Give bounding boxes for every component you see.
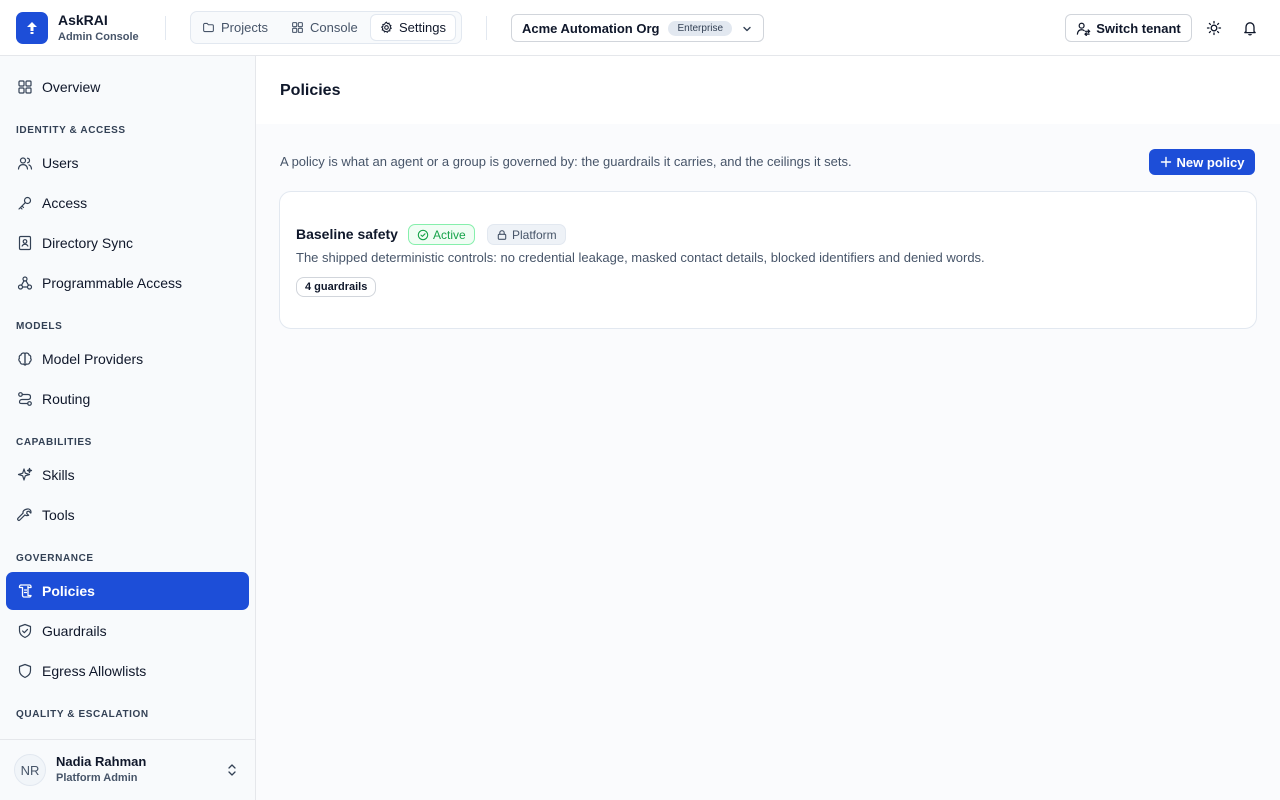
- status-badge-label: Active: [433, 227, 466, 242]
- user-menu[interactable]: NR Nadia Rahman Platform Admin: [0, 739, 255, 800]
- tab-settings-label: Settings: [399, 20, 446, 35]
- check-circle-icon: [417, 229, 429, 240]
- notifications-button[interactable]: [1239, 17, 1261, 39]
- user-role: Platform Admin: [56, 772, 138, 784]
- sidebar-item-label: Guardrails: [42, 623, 107, 639]
- top-bar: AskRAI Admin Console Projects Console Se…: [0, 0, 1280, 56]
- bell-icon: [1244, 22, 1256, 36]
- status-badge: Active: [408, 224, 475, 245]
- sidebar-item-label: Tools: [42, 507, 75, 523]
- page-description: A policy is what an agent or a group is …: [280, 154, 852, 169]
- sidebar-item-routing[interactable]: Routing: [6, 380, 249, 418]
- switch-tenant-label: Switch tenant: [1096, 20, 1181, 36]
- sidebar-item-label: Skills: [42, 467, 75, 483]
- contact-card-icon: [16, 235, 33, 252]
- user-name: Nadia Rahman: [56, 754, 147, 769]
- route-icon: [16, 391, 33, 408]
- logo-icon: [27, 22, 37, 34]
- sidebar-item-skills[interactable]: Skills: [6, 456, 249, 494]
- main-content: Policies A policy is what an agent or a …: [256, 56, 1280, 800]
- sidebar-item-label: Programmable Access: [42, 275, 183, 291]
- scope-badge: Platform: [487, 224, 566, 245]
- avatar: NR: [14, 754, 46, 786]
- policy-description: The shipped deterministic controls: no c…: [296, 250, 985, 265]
- chevron-down-icon: [743, 26, 751, 32]
- plan-badge: Enterprise: [668, 20, 733, 36]
- sidebar-item-access[interactable]: Access: [6, 184, 249, 222]
- new-policy-button[interactable]: New policy: [1149, 149, 1255, 175]
- tab-console-label: Console: [310, 20, 358, 35]
- page-title: Policies: [280, 82, 341, 99]
- policy-card[interactable]: Baseline safety Active Platform The ship…: [279, 191, 1257, 329]
- sidebar-item-model-providers[interactable]: Model Providers: [6, 340, 249, 378]
- sidebar-item-label: Users: [42, 155, 79, 171]
- page-header: Policies: [256, 56, 1280, 124]
- sidebar-item-label: Routing: [42, 391, 91, 407]
- new-policy-label: New policy: [1176, 154, 1245, 170]
- sidebar-item-users[interactable]: Users: [6, 144, 249, 182]
- gear-icon: [380, 21, 392, 34]
- scroll-icon: [16, 583, 33, 600]
- section-identity-access: IDENTITY & ACCESS: [16, 125, 126, 136]
- shield-icon: [16, 663, 33, 680]
- user-switch-icon: [1077, 22, 1091, 36]
- webhook-icon: [16, 275, 33, 292]
- grid-icon: [16, 79, 33, 96]
- scope-badge-label: Platform: [512, 227, 557, 242]
- section-governance: GOVERNANCE: [16, 553, 94, 564]
- sidebar-item-overview[interactable]: Overview: [6, 68, 249, 106]
- theme-toggle-button[interactable]: [1203, 17, 1225, 39]
- sidebar-item-label: Policies: [42, 583, 95, 599]
- grid-icon: [292, 22, 303, 33]
- sidebar-item-policies[interactable]: Policies: [6, 572, 249, 610]
- shield-check-icon: [16, 623, 33, 640]
- guardrail-count-badge: 4 guardrails: [296, 277, 377, 297]
- sidebar-item-programmable-access[interactable]: Programmable Access: [6, 264, 249, 302]
- app-logo[interactable]: [16, 12, 48, 44]
- tab-settings[interactable]: Settings: [371, 15, 455, 40]
- wrench-icon: [16, 507, 33, 524]
- tab-console[interactable]: Console: [282, 15, 367, 40]
- sun-icon: [1206, 20, 1222, 36]
- switch-tenant-button[interactable]: Switch tenant: [1065, 14, 1192, 42]
- sidebar-item-label: Overview: [42, 79, 101, 95]
- section-capabilities: CAPABILITIES: [16, 437, 92, 448]
- plus-icon: [1160, 156, 1171, 168]
- app-subtitle: Admin Console: [58, 31, 139, 43]
- key-icon: [16, 195, 33, 212]
- tab-projects[interactable]: Projects: [193, 15, 277, 40]
- sidebar-item-directory-sync[interactable]: Directory Sync: [6, 224, 249, 262]
- brain-icon: [16, 351, 33, 368]
- sidebar-item-tools[interactable]: Tools: [6, 496, 249, 534]
- policy-name: Baseline safety: [296, 226, 398, 242]
- sidebar-item-label: Access: [42, 195, 88, 211]
- tab-projects-label: Projects: [221, 20, 268, 35]
- sidebar-item-guardrails[interactable]: Guardrails: [6, 612, 249, 650]
- sidebar-item-egress-allowlists[interactable]: Egress Allowlists: [6, 652, 249, 690]
- org-selector[interactable]: Acme Automation Org Enterprise: [511, 14, 764, 42]
- header-divider: [486, 16, 487, 40]
- section-models: MODELS: [16, 321, 63, 332]
- sidebar-item-label: Directory Sync: [42, 235, 134, 251]
- folder-icon: [203, 22, 214, 33]
- sparkles-icon: [16, 467, 33, 484]
- org-name: Acme Automation Org: [522, 20, 660, 36]
- top-nav-tabs: Projects Console Settings: [190, 11, 462, 44]
- sidebar-item-label: Model Providers: [42, 351, 144, 367]
- section-quality-escalation: QUALITY & ESCALATION: [16, 709, 149, 720]
- lock-icon: [497, 229, 507, 240]
- sidebar-item-label: Egress Allowlists: [42, 663, 147, 679]
- app-name: AskRAI: [58, 12, 108, 28]
- header-divider: [165, 16, 166, 40]
- users-icon: [16, 155, 33, 172]
- chevrons-up-down-icon: [228, 764, 236, 776]
- sidebar: Overview IDENTITY & ACCESS Users Access …: [0, 56, 256, 800]
